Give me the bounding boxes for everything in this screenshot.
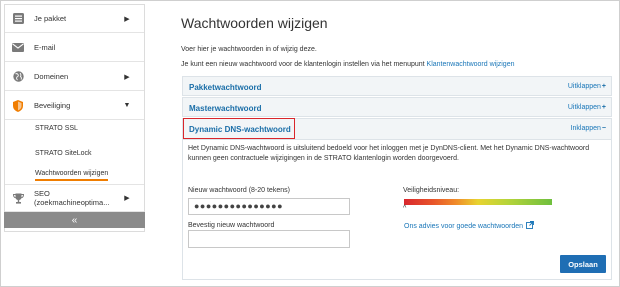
sidebar-item-seo[interactable]: SEO (zoekmachineoptima... ▶ — [5, 184, 144, 212]
accordion-masterwachtwoord[interactable]: Masterwachtwoord Uitklappen+ — [182, 97, 612, 117]
sidebar-collapse-button[interactable]: « — [4, 212, 145, 228]
sidebar-item-label: SEO (zoekmachineoptima... — [34, 189, 110, 207]
sidebar-item-domeinen[interactable]: Domeinen ▶ — [5, 63, 144, 91]
external-link-icon — [526, 221, 535, 231]
sidebar-item-je-pakket[interactable]: Je pakket ▶ — [5, 5, 144, 33]
expand-toggle[interactable]: Uitklappen+ — [568, 104, 606, 111]
shield-icon — [12, 99, 24, 112]
new-password-label: Nieuw wachtwoord (8-20 tekens) — [188, 187, 290, 194]
intro-text: Voer hier je wachtwoorden in of wijzig d… — [181, 46, 317, 53]
plus-icon: + — [601, 104, 606, 111]
sidebar-item-label: E-mail — [34, 43, 56, 52]
save-button[interactable]: Opslaan — [560, 255, 606, 273]
sidebar-subitem-wachtwoorden-wijzigen[interactable]: Wachtwoorden wijzigen — [35, 170, 109, 181]
chevron-right-icon: ▶ — [124, 73, 130, 81]
page-title: Wachtwoorden wijzigen — [181, 15, 328, 31]
trophy-icon — [12, 192, 24, 204]
collapse-toggle[interactable]: Inklappen− — [571, 125, 606, 132]
security-level-marker: ^ — [403, 205, 407, 212]
sidebar: Je pakket ▶ E-mail Domeinen ▶ Beveiligin… — [4, 4, 145, 232]
highlight-box — [183, 118, 295, 139]
accordion-title: Masterwachtwoord — [189, 104, 262, 113]
sidebar-item-label: Domeinen — [34, 72, 69, 81]
sidebar-item-beveiliging[interactable]: Beveiliging ▼ — [5, 92, 144, 120]
expand-toggle-label: Uitklappen — [567, 83, 601, 90]
sidebar-item-label: Je pakket — [34, 14, 67, 23]
sidebar-item-email[interactable]: E-mail — [5, 34, 144, 62]
expand-toggle[interactable]: Uitklappen+ — [568, 83, 606, 90]
minus-icon: − — [601, 125, 606, 132]
sidebar-subitem-strato-ssl[interactable]: STRATO SSL — [35, 125, 78, 132]
new-password-input[interactable]: ●●●●●●●●●●●●●●● — [188, 198, 350, 215]
envelope-icon — [12, 42, 24, 54]
collapse-toggle-label: Inklappen — [570, 125, 601, 132]
expand-toggle-label: Uitklappen — [567, 104, 601, 111]
settings-list-icon — [12, 13, 24, 25]
intro-text-2-body: Je kunt een nieuw wachtwoord voor de kla… — [181, 61, 427, 68]
password-advice-link[interactable]: Ons advies voor goede wachtwoorden — [404, 221, 535, 231]
confirm-password-input[interactable] — [188, 230, 350, 248]
security-level-meter — [404, 199, 552, 205]
globe-icon — [12, 71, 24, 83]
accordion-pakketwachtwoord[interactable]: Pakketwachtwoord Uitklappen+ — [182, 76, 612, 96]
intro-text-2: Je kunt een nieuw wachtwoord voor de kla… — [181, 61, 514, 68]
chevron-right-icon: ▶ — [124, 195, 130, 202]
confirm-password-label: Bevestig nieuw wachtwoord — [188, 222, 275, 229]
security-level-label: Veiligheidsniveau: — [403, 187, 460, 194]
klantenwachtwoord-link[interactable]: Klantenwachtwoord wijzigen — [427, 61, 515, 68]
accordion-title: Pakketwachtwoord — [189, 83, 262, 92]
panel-description: Het Dynamic DNS-wachtwoord is uitsluiten… — [188, 145, 590, 162]
plus-icon: + — [601, 83, 606, 90]
sidebar-subitem-strato-sitelock[interactable]: STRATO SiteLock — [35, 150, 92, 157]
password-advice-label: Ons advies voor goede wachtwoorden — [404, 222, 524, 230]
sidebar-item-label: Beveiliging — [34, 101, 71, 110]
chevron-down-icon: ▼ — [123, 102, 131, 109]
chevron-right-icon: ▶ — [124, 15, 130, 23]
